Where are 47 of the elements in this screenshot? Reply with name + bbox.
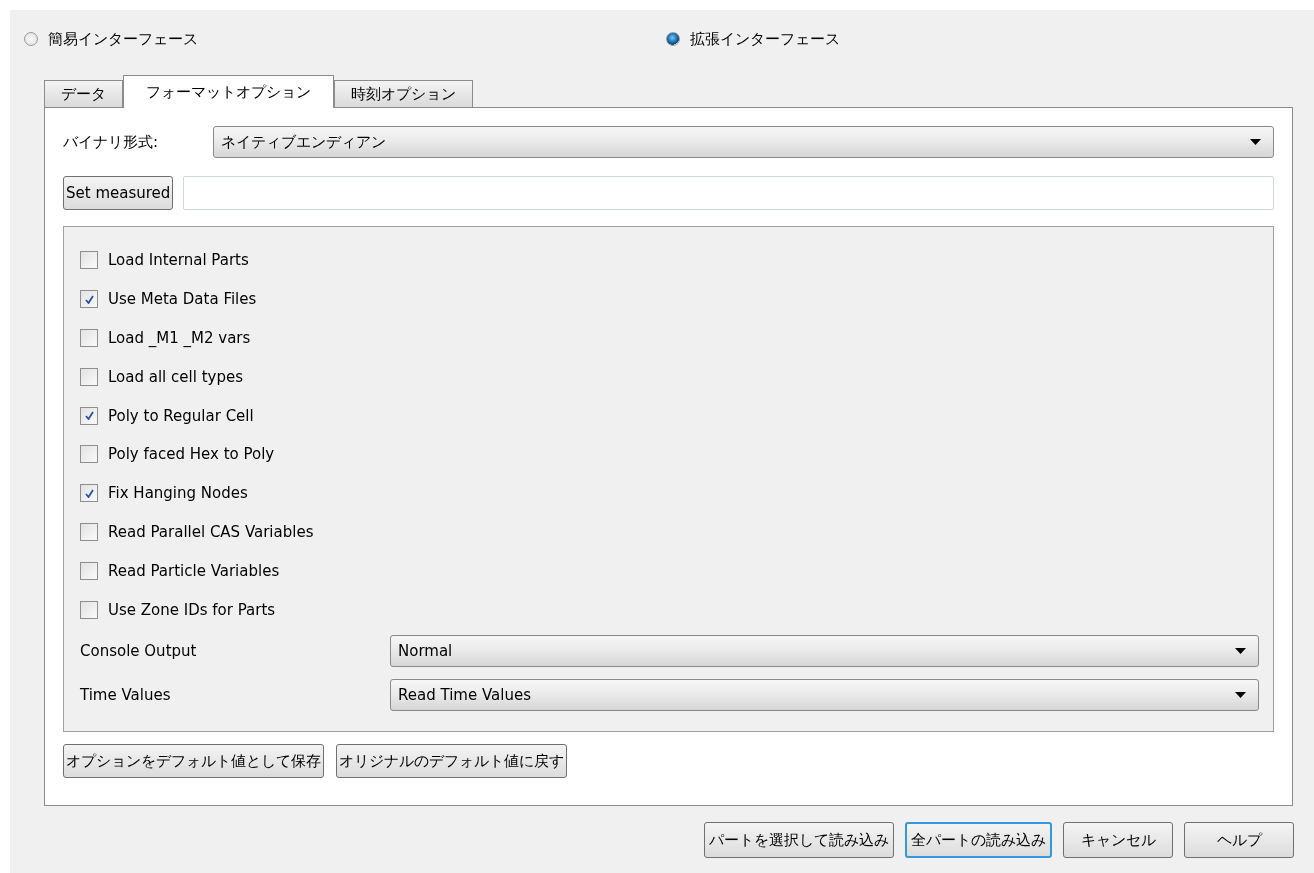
- dropdown[interactable]: ネイティブエンディアン: [213, 126, 1274, 158]
- checkbox-label: Read Particle Variables: [108, 561, 280, 580]
- checkbox[interactable]: [80, 251, 98, 270]
- checkbox[interactable]: [80, 445, 98, 464]
- defaults-button[interactable]: オプションをデフォルト値として保存: [63, 744, 324, 778]
- tab[interactable]: 時刻オプション: [334, 80, 473, 107]
- dropdown[interactable]: Normal: [390, 634, 1259, 667]
- dropdown[interactable]: Read Time Values: [390, 678, 1259, 711]
- checkbox[interactable]: [80, 484, 98, 503]
- radio-option[interactable]: 拡張インターフェース: [666, 24, 1308, 54]
- dialog-button[interactable]: 全パートの読み込み: [905, 822, 1052, 858]
- text-field[interactable]: [183, 176, 1274, 210]
- checkbox-label: Load Internal Parts: [108, 251, 249, 270]
- check-icon: [84, 411, 94, 421]
- dialog-button[interactable]: ヘルプ: [1184, 822, 1294, 858]
- tab[interactable]: フォーマットオプション: [123, 75, 334, 108]
- checkbox[interactable]: [80, 522, 98, 541]
- checkbox-label: Poly to Regular Cell: [108, 406, 254, 425]
- checkbox-label: Use Meta Data Files: [108, 290, 257, 309]
- field-label: Time Values: [80, 685, 172, 704]
- radio-option[interactable]: 簡易インターフェース: [24, 24, 666, 54]
- checkbox-label: Load all cell types: [108, 367, 243, 386]
- checkbox[interactable]: [80, 600, 98, 619]
- checkbox[interactable]: [80, 561, 98, 580]
- checkbox-label: Read Parallel CAS Variables: [108, 522, 314, 541]
- check-icon: [84, 488, 94, 498]
- checkbox[interactable]: [80, 367, 98, 386]
- caret-icon: [1235, 691, 1246, 698]
- checkbox-label: Use Zone IDs for Parts: [108, 600, 276, 619]
- checkbox[interactable]: [80, 406, 98, 425]
- tab[interactable]: データ: [44, 80, 123, 107]
- checkbox-label: Fix Hanging Nodes: [108, 484, 248, 503]
- defaults-button[interactable]: オリジナルのデフォルト値に戻す: [336, 744, 567, 778]
- radio-button[interactable]: [666, 32, 680, 46]
- check-icon: [84, 294, 94, 304]
- set-measured-button[interactable]: Set measured: [63, 176, 174, 210]
- field-label: バイナリ形式:: [63, 132, 160, 152]
- checkbox-label: Load _M1 _M2 vars: [108, 329, 251, 347]
- caret-icon: [1250, 139, 1261, 145]
- checkbox[interactable]: [80, 329, 98, 347]
- dialog-button[interactable]: パートを選択して読み込み: [704, 822, 894, 858]
- checkbox-label: Poly faced Hex to Poly: [108, 445, 275, 464]
- dialog-button[interactable]: キャンセル: [1063, 822, 1173, 858]
- field-label: Console Output: [80, 641, 198, 660]
- checkbox[interactable]: [80, 290, 98, 309]
- radio-button[interactable]: [24, 32, 38, 46]
- caret-icon: [1235, 647, 1246, 654]
